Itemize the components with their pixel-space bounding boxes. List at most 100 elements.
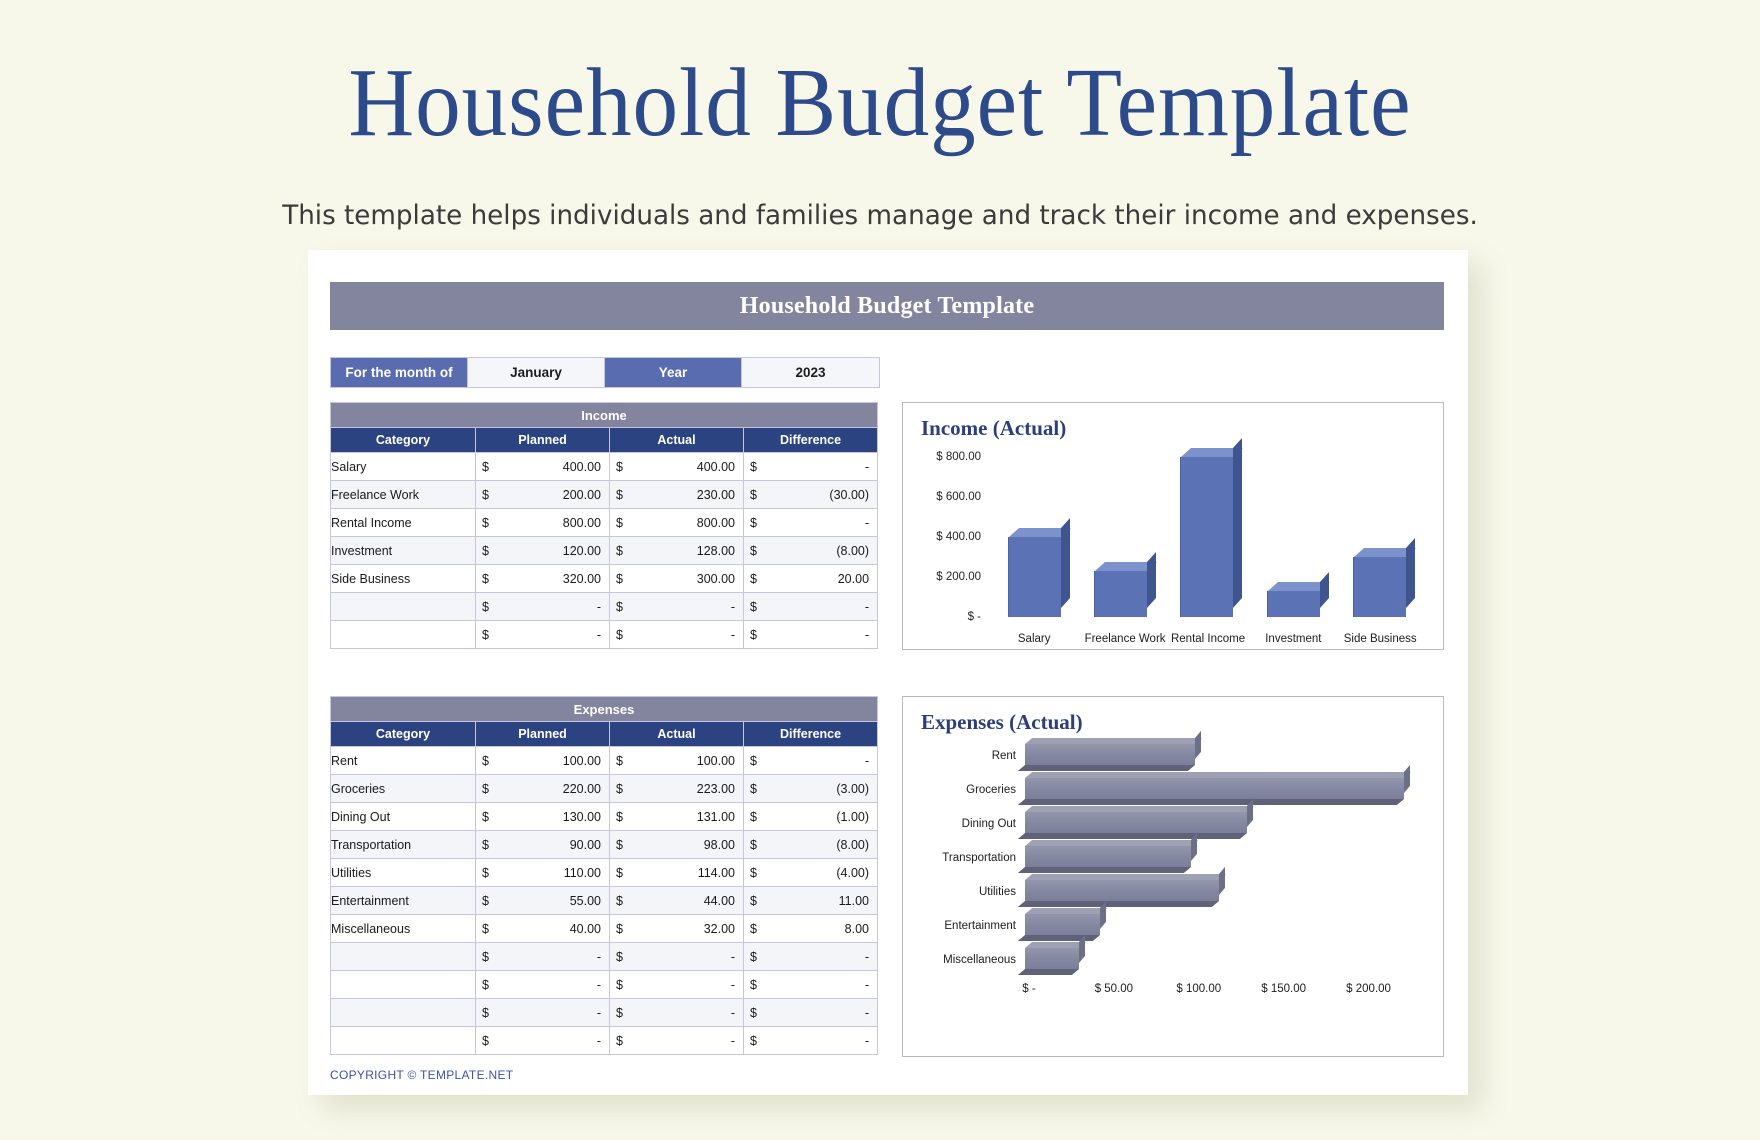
- expenses-chart-bar[interactable]: [1017, 730, 1202, 771]
- income-category-cell[interactable]: Investment: [330, 536, 476, 565]
- expenses-row[interactable]: Rent $100.00 $100.00 $ -: [330, 746, 879, 775]
- income-difference-cell[interactable]: $ -: [742, 620, 879, 649]
- expenses-planned-cell[interactable]: $55.00: [475, 886, 610, 915]
- expenses-difference-cell[interactable]: $ -: [742, 746, 879, 775]
- income-planned-cell[interactable]: $800.00: [475, 508, 610, 537]
- expenses-actual-cell[interactable]: $32.00: [609, 914, 744, 943]
- expenses-actual-cell[interactable]: $131.00: [609, 802, 744, 831]
- expenses-row[interactable]: Dining Out $130.00 $131.00 $ (1.00): [330, 802, 879, 831]
- income-row[interactable]: Investment $120.00 $128.00 $ (8.00): [330, 536, 879, 565]
- income-actual-cell[interactable]: $300.00: [609, 564, 744, 593]
- income-difference-cell[interactable]: $ (8.00): [742, 536, 879, 565]
- income-category-cell[interactable]: Rental Income: [330, 508, 476, 537]
- expenses-difference-cell[interactable]: $ (8.00): [742, 830, 879, 859]
- income-row[interactable]: Side Business $320.00 $300.00 $20.00: [330, 564, 879, 593]
- year-value-cell[interactable]: 2023: [742, 358, 879, 387]
- expenses-difference-cell[interactable]: $11.00: [742, 886, 879, 915]
- income-planned-cell[interactable]: $320.00: [475, 564, 610, 593]
- expenses-chart-bar[interactable]: [1017, 866, 1226, 907]
- expenses-planned-cell[interactable]: $110.00: [475, 858, 610, 887]
- expenses-category-cell[interactable]: Transportation: [330, 830, 476, 859]
- expenses-actual-cell[interactable]: $ -: [609, 970, 744, 999]
- expenses-row[interactable]: Groceries $220.00 $223.00 $ (3.00): [330, 774, 879, 803]
- income-planned-cell[interactable]: $120.00: [475, 536, 610, 565]
- expenses-difference-cell[interactable]: $ -: [742, 942, 879, 971]
- expenses-actual-cell[interactable]: $ -: [609, 998, 744, 1027]
- expenses-difference-cell[interactable]: $ -: [742, 998, 879, 1027]
- expenses-planned-cell[interactable]: $ -: [475, 970, 610, 999]
- income-planned-cell[interactable]: $ -: [475, 592, 610, 621]
- expenses-category-cell[interactable]: [330, 998, 476, 1027]
- expenses-difference-cell[interactable]: $ (1.00): [742, 802, 879, 831]
- income-row[interactable]: $ - $ - $ -: [330, 592, 879, 621]
- expenses-category-cell[interactable]: Groceries: [330, 774, 476, 803]
- expenses-category-cell[interactable]: Miscellaneous: [330, 914, 476, 943]
- expenses-planned-cell[interactable]: $90.00: [475, 830, 610, 859]
- expenses-row[interactable]: $ - $ - $ -: [330, 1026, 879, 1055]
- expenses-planned-cell[interactable]: $ -: [475, 998, 610, 1027]
- expenses-actual-cell[interactable]: $ -: [609, 1026, 744, 1055]
- income-actual-cell[interactable]: $400.00: [609, 452, 744, 481]
- expenses-difference-cell[interactable]: $ (3.00): [742, 774, 879, 803]
- expenses-chart-bar[interactable]: [1017, 900, 1107, 941]
- income-row[interactable]: Salary $400.00 $400.00 $ -: [330, 452, 879, 481]
- income-actual-cell[interactable]: $128.00: [609, 536, 744, 565]
- expenses-chart-bar[interactable]: [1017, 832, 1199, 873]
- expenses-planned-cell[interactable]: $ -: [475, 942, 610, 971]
- expenses-actual-cell[interactable]: $98.00: [609, 830, 744, 859]
- income-actual-cell[interactable]: $800.00: [609, 508, 744, 537]
- income-chart-bar[interactable]: [1007, 518, 1071, 617]
- expenses-category-cell[interactable]: [330, 1026, 476, 1055]
- income-category-cell[interactable]: Salary: [330, 452, 476, 481]
- expenses-category-cell[interactable]: Utilities: [330, 858, 476, 887]
- expenses-row[interactable]: Transportation $90.00 $98.00 $ (8.00): [330, 830, 879, 859]
- income-planned-cell[interactable]: $ -: [475, 620, 610, 649]
- expenses-actual-cell[interactable]: $44.00: [609, 886, 744, 915]
- income-actual-cell[interactable]: $230.00: [609, 480, 744, 509]
- income-chart-bar[interactable]: [1266, 572, 1330, 617]
- expenses-category-cell[interactable]: [330, 942, 476, 971]
- expenses-planned-cell[interactable]: $220.00: [475, 774, 610, 803]
- income-difference-cell[interactable]: $ (30.00): [742, 480, 879, 509]
- income-difference-cell[interactable]: $ -: [742, 452, 879, 481]
- expenses-chart-bar[interactable]: [1017, 934, 1087, 975]
- income-row[interactable]: Rental Income $800.00 $800.00 $ -: [330, 508, 879, 537]
- expenses-planned-cell[interactable]: $40.00: [475, 914, 610, 943]
- income-row[interactable]: $ - $ - $ -: [330, 620, 879, 649]
- expenses-planned-cell[interactable]: $100.00: [475, 746, 610, 775]
- expenses-chart-bar[interactable]: [1017, 764, 1411, 805]
- expenses-actual-cell[interactable]: $ -: [609, 942, 744, 971]
- income-category-cell[interactable]: Side Business: [330, 564, 476, 593]
- expenses-category-cell[interactable]: Entertainment: [330, 886, 476, 915]
- expenses-actual-cell[interactable]: $223.00: [609, 774, 744, 803]
- income-category-cell[interactable]: [330, 592, 476, 621]
- expenses-planned-cell[interactable]: $130.00: [475, 802, 610, 831]
- income-chart-bar[interactable]: [1094, 552, 1158, 617]
- income-actual-cell[interactable]: $ -: [609, 592, 744, 621]
- income-category-cell[interactable]: [330, 620, 476, 649]
- income-category-cell[interactable]: Freelance Work: [330, 480, 476, 509]
- income-difference-cell[interactable]: $ -: [742, 508, 879, 537]
- expenses-category-cell[interactable]: [330, 970, 476, 999]
- expenses-row[interactable]: Utilities $110.00 $114.00 $ (4.00): [330, 858, 879, 887]
- expenses-row[interactable]: Entertainment $55.00 $44.00 $11.00: [330, 886, 879, 915]
- expenses-chart-bar[interactable]: [1017, 798, 1255, 839]
- expenses-difference-cell[interactable]: $ (4.00): [742, 858, 879, 887]
- expenses-row[interactable]: $ - $ - $ -: [330, 970, 879, 999]
- expenses-planned-cell[interactable]: $ -: [475, 1026, 610, 1055]
- expenses-difference-cell[interactable]: $8.00: [742, 914, 879, 943]
- income-planned-cell[interactable]: $200.00: [475, 480, 610, 509]
- expenses-row[interactable]: $ - $ - $ -: [330, 942, 879, 971]
- income-difference-cell[interactable]: $20.00: [742, 564, 879, 593]
- expenses-difference-cell[interactable]: $ -: [742, 970, 879, 999]
- month-value-cell[interactable]: January: [468, 358, 605, 387]
- income-actual-cell[interactable]: $ -: [609, 620, 744, 649]
- expenses-category-cell[interactable]: Dining Out: [330, 802, 476, 831]
- income-row[interactable]: Freelance Work $200.00 $230.00 $ (30.00): [330, 480, 879, 509]
- income-chart-bar[interactable]: [1180, 438, 1244, 617]
- expenses-actual-cell[interactable]: $114.00: [609, 858, 744, 887]
- expenses-row[interactable]: Miscellaneous $40.00 $32.00 $8.00: [330, 914, 879, 943]
- income-chart-bar[interactable]: [1353, 538, 1417, 617]
- income-planned-cell[interactable]: $400.00: [475, 452, 610, 481]
- expenses-row[interactable]: $ - $ - $ -: [330, 998, 879, 1027]
